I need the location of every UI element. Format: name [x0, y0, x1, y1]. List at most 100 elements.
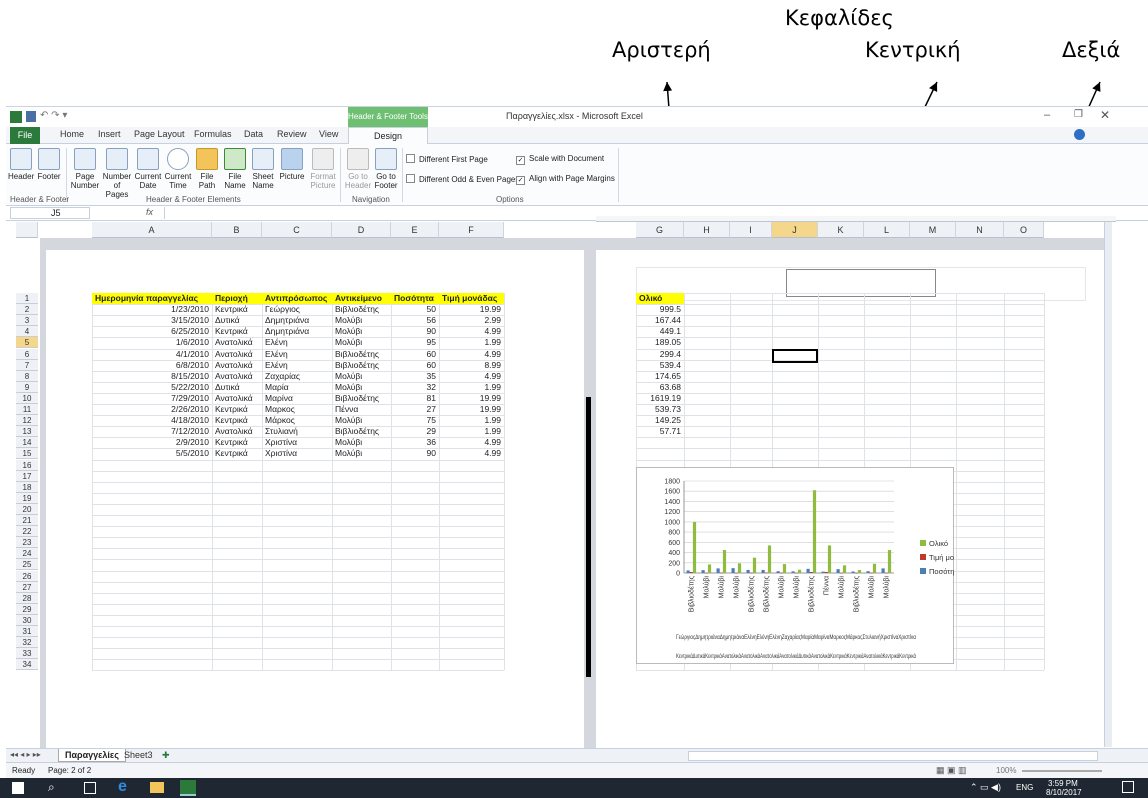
- search-icon[interactable]: ⌕: [48, 780, 55, 795]
- number-of-pages-button[interactable]: Number of Pages: [102, 148, 132, 199]
- vertical-scrollbar[interactable]: [1104, 222, 1112, 747]
- align-margins-checkbox[interactable]: ✓ Align with Page Margins: [516, 174, 615, 185]
- tab-page-layout[interactable]: Page Layout: [134, 129, 185, 139]
- table-cell[interactable]: 75: [391, 415, 439, 426]
- col-header-e[interactable]: E: [391, 222, 439, 238]
- table-cell[interactable]: Κεντρικά: [212, 304, 262, 315]
- table-cell[interactable]: 2/9/2010: [92, 437, 212, 448]
- total-cell[interactable]: 299.4: [636, 349, 684, 360]
- col-header-h[interactable]: H: [684, 222, 730, 238]
- row-header-18[interactable]: 18: [16, 481, 38, 493]
- row-header-30[interactable]: 30: [16, 614, 38, 626]
- tab-formulas[interactable]: Formulas: [194, 129, 232, 139]
- row-header-27[interactable]: 27: [16, 581, 38, 593]
- table-cell[interactable]: Δημητριάνα: [262, 326, 332, 337]
- table-cell[interactable]: Ανατολικά: [212, 393, 262, 404]
- table-cell[interactable]: Μαρίνα: [262, 393, 332, 404]
- zoom-level[interactable]: 100%: [996, 766, 1016, 775]
- row-header-31[interactable]: 31: [16, 626, 38, 637]
- table-cell[interactable]: 19.99: [439, 404, 504, 415]
- table-cell[interactable]: 6/8/2010: [92, 360, 212, 371]
- table-cell[interactable]: 1.99: [439, 426, 504, 437]
- total-cell[interactable]: 189.05: [636, 337, 684, 348]
- current-time-button[interactable]: Current Time: [164, 148, 192, 190]
- table-cell[interactable]: Κεντρικά: [212, 404, 262, 415]
- sheet-tab-sheet3[interactable]: Sheet3: [124, 750, 153, 760]
- col-header-i[interactable]: I: [730, 222, 772, 238]
- table-cell[interactable]: 5/5/2010: [92, 448, 212, 459]
- table-cell[interactable]: Δυτικά: [212, 315, 262, 326]
- header-button[interactable]: Header: [8, 148, 34, 181]
- total-cell[interactable]: 539.4: [636, 360, 684, 371]
- table-cell[interactable]: Ζαχαρίας: [262, 371, 332, 382]
- table-cell[interactable]: Μολύβι: [332, 448, 391, 459]
- row-header-29[interactable]: 29: [16, 603, 38, 615]
- table-cell[interactable]: 36: [391, 437, 439, 448]
- table-cell[interactable]: Χριστίνα: [262, 437, 332, 448]
- total-cell[interactable]: 449.1: [636, 326, 684, 337]
- row-header-7[interactable]: 7: [16, 359, 38, 371]
- table-cell[interactable]: 1.99: [439, 415, 504, 426]
- table-cell[interactable]: Βιβλιοδέτης: [332, 393, 391, 404]
- horizontal-scrollbar[interactable]: [688, 751, 1098, 761]
- edge-icon[interactable]: e: [118, 778, 127, 796]
- table-cell[interactable]: 6/25/2010: [92, 326, 212, 337]
- table-cell[interactable]: Μολύβι: [332, 326, 391, 337]
- table-cell[interactable]: Βιβλιοδέτης: [332, 360, 391, 371]
- minimize-icon[interactable]: –: [1044, 109, 1050, 121]
- page-number-button[interactable]: Page Number: [70, 148, 100, 190]
- row-header-6[interactable]: 6: [16, 348, 38, 360]
- table-cell[interactable]: 56: [391, 315, 439, 326]
- row-header-24[interactable]: 24: [16, 548, 38, 560]
- table-cell[interactable]: 4/1/2010: [92, 349, 212, 360]
- row-header-13[interactable]: 13: [16, 426, 38, 438]
- row-header-3[interactable]: 3: [16, 315, 38, 327]
- table-cell[interactable]: 81: [391, 393, 439, 404]
- format-picture-button[interactable]: Format Picture: [308, 148, 338, 190]
- col-header-o[interactable]: O: [1004, 222, 1044, 238]
- select-all[interactable]: [16, 222, 38, 238]
- total-cell[interactable]: 149.25: [636, 415, 684, 426]
- table-cell[interactable]: Βιβλιοδέτης: [332, 304, 391, 315]
- table-cell[interactable]: 1/23/2010: [92, 304, 212, 315]
- total-cell[interactable]: 539.73: [636, 404, 684, 415]
- task-view-icon[interactable]: [84, 782, 96, 794]
- row-header-14[interactable]: 14: [16, 437, 38, 449]
- tab-file[interactable]: File: [10, 127, 40, 144]
- table-cell[interactable]: Ελένη: [262, 337, 332, 348]
- row-header-26[interactable]: 26: [16, 570, 38, 582]
- current-date-button[interactable]: Current Date: [134, 148, 162, 190]
- zoom-slider[interactable]: [1022, 770, 1102, 772]
- row-header-16[interactable]: 16: [16, 459, 38, 471]
- col-header-n[interactable]: N: [956, 222, 1004, 238]
- table-cell[interactable]: 60: [391, 360, 439, 371]
- row-header-8[interactable]: 8: [16, 370, 38, 382]
- table-cell[interactable]: 1.99: [439, 337, 504, 348]
- row-header-19[interactable]: 19: [16, 492, 38, 504]
- clock-date[interactable]: 8/10/2017: [1046, 788, 1082, 797]
- table-cell[interactable]: Ανατολικά: [212, 337, 262, 348]
- table-cell[interactable]: 27: [391, 404, 439, 415]
- row-header-21[interactable]: 21: [16, 515, 38, 526]
- row-header-20[interactable]: 20: [16, 503, 38, 515]
- row-header-25[interactable]: 25: [16, 559, 38, 571]
- total-cell[interactable]: 57.71: [636, 426, 684, 437]
- help-icon[interactable]: [1074, 129, 1085, 140]
- table-cell[interactable]: Μάρκος: [262, 415, 332, 426]
- notification-icon[interactable]: [1122, 781, 1134, 793]
- picture-button[interactable]: Picture: [278, 148, 306, 181]
- row-header-32[interactable]: 32: [16, 637, 38, 649]
- col-header-b[interactable]: B: [212, 222, 262, 238]
- tab-data[interactable]: Data: [244, 129, 263, 139]
- close-icon[interactable]: ✕: [1100, 108, 1110, 122]
- col-header-g[interactable]: G: [636, 222, 684, 238]
- table-cell[interactable]: Μολύβι: [332, 437, 391, 448]
- row-header-1[interactable]: 1: [16, 293, 38, 304]
- chart[interactable]: 1800 1600 1400 1200 1000 800 600 400 200 0 Βιβλιοδ…: [636, 467, 954, 664]
- col-header-f[interactable]: F: [439, 222, 504, 238]
- table-cell[interactable]: Χριστίνα: [262, 448, 332, 459]
- col-header-d[interactable]: D: [332, 222, 391, 238]
- scale-with-document-checkbox[interactable]: ✓ Scale with Document: [516, 154, 604, 165]
- table-cell[interactable]: Κεντρικά: [212, 437, 262, 448]
- sheet-name-button[interactable]: Sheet Name: [250, 148, 276, 190]
